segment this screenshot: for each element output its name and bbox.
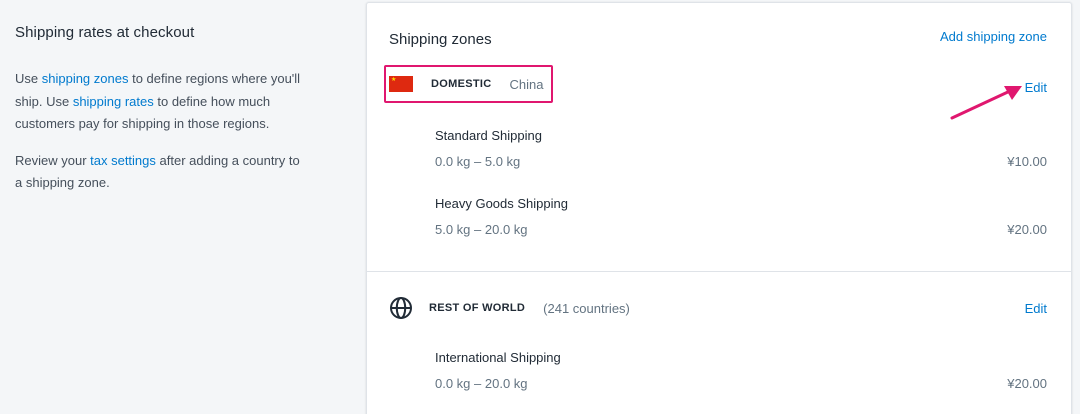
highlight-annotation-box <box>384 65 553 103</box>
rate-row: International Shipping 0.0 kg – 20.0 kg … <box>435 350 1047 400</box>
annotation-arrow-icon <box>950 86 1022 120</box>
globe-icon <box>389 296 413 320</box>
add-shipping-zone-link[interactable]: Add shipping zone <box>940 29 1047 44</box>
shipping-zones-card: Shipping zones Add shipping zone ★ DOMES… <box>366 2 1072 414</box>
globe-icon-svg <box>390 297 412 319</box>
rate-name: Standard Shipping <box>435 128 542 143</box>
edit-domestic-zone-button[interactable]: Edit <box>1025 80 1047 95</box>
zone-name: REST OF WORLD <box>429 302 526 314</box>
zone-header-rest-of-world: REST OF WORLD (241 countries) <box>389 293 630 323</box>
rate-row: Heavy Goods Shipping 5.0 kg – 20.0 kg ¥2… <box>435 196 1047 246</box>
edit-rest-of-world-zone-button[interactable]: Edit <box>1025 301 1047 316</box>
section-title: Shipping rates at checkout <box>15 24 195 41</box>
tax-paragraph: Review your tax settings after adding a … <box>15 150 305 195</box>
rate-weight-range: 0.0 kg – 20.0 kg <box>435 376 528 391</box>
description-text: Use <box>15 71 42 86</box>
shipping-zones-link[interactable]: shipping zones <box>42 71 129 86</box>
tax-settings-link[interactable]: tax settings <box>90 153 156 168</box>
rate-row: Standard Shipping 0.0 kg – 5.0 kg ¥10.00 <box>435 128 1047 178</box>
shipping-rates-link[interactable]: shipping rates <box>73 94 154 109</box>
shipping-settings-page: Shipping rates at checkout Use shipping … <box>0 0 1080 414</box>
rate-name: Heavy Goods Shipping <box>435 196 568 211</box>
shipping-description-panel: Shipping rates at checkout Use shipping … <box>15 24 305 209</box>
rate-weight-range: 0.0 kg – 5.0 kg <box>435 154 521 169</box>
rate-price: ¥20.00 <box>1007 376 1047 391</box>
rate-price: ¥10.00 <box>1007 154 1047 169</box>
rate-price: ¥20.00 <box>1007 222 1047 237</box>
description-paragraph: Use shipping zones to define regions whe… <box>15 68 305 136</box>
tax-text: Review your <box>15 152 91 168</box>
rate-name: International Shipping <box>435 350 561 365</box>
rate-weight-range: 5.0 kg – 20.0 kg <box>435 222 528 237</box>
zone-countries: (241 countries) <box>543 300 630 316</box>
card-title: Shipping zones <box>389 31 492 48</box>
zone-divider <box>367 271 1071 272</box>
